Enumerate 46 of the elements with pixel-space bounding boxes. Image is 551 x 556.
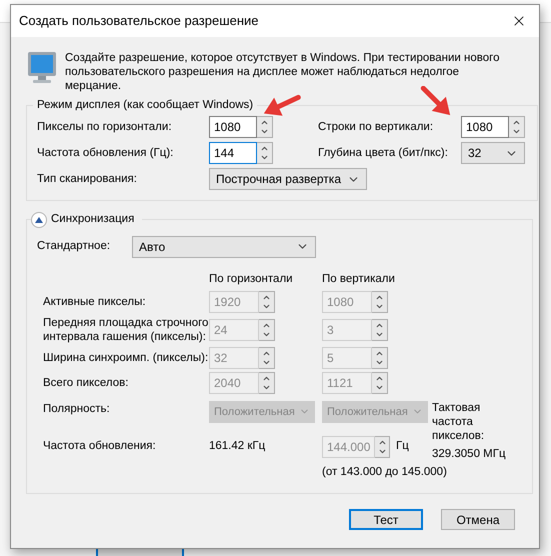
- column-header: По горизонтали: [209, 272, 294, 286]
- spinner-arrows-icon[interactable]: [372, 372, 388, 394]
- field-label: Стандартное:: [37, 238, 112, 254]
- field-label: Пикселы по горизонтали:: [37, 120, 173, 135]
- group-title: Режим дисплея (как сообщает Windows): [37, 99, 254, 111]
- collapse-toggle[interactable]: [31, 212, 47, 228]
- dropdown[interactable]: Авто: [132, 236, 316, 258]
- field-label: Частота обновления:: [43, 438, 157, 454]
- pixel-clock-label: Тактовая частота пикселов:: [432, 400, 486, 443]
- window-title: Создать пользовательское разрешение: [19, 12, 259, 30]
- dialog-button[interactable]: Тест: [349, 509, 423, 530]
- number-field[interactable]: 1080: [461, 116, 509, 138]
- number-field[interactable]: 144: [209, 142, 257, 164]
- field-label: Всего пикселов:: [43, 376, 130, 390]
- spinner-arrows-icon[interactable]: [509, 116, 525, 138]
- spinner-arrows-icon[interactable]: [257, 116, 273, 138]
- spinner-arrows-icon[interactable]: [375, 436, 390, 458]
- spinner-arrows-icon[interactable]: [259, 318, 275, 341]
- triangle-up-icon: [35, 216, 43, 223]
- unit-label: Гц: [396, 438, 409, 454]
- field-label: Строки по вертикали:: [317, 120, 434, 135]
- field-label: Полярность:: [43, 402, 111, 417]
- dropdown[interactable]: 32: [461, 142, 525, 164]
- spinner-arrows-icon[interactable]: [372, 290, 388, 313]
- number-field[interactable]: 1080: [209, 116, 257, 138]
- spinner-arrows-icon[interactable]: [372, 346, 388, 369]
- horizontal-frequency: 161.42 кГц: [209, 438, 266, 454]
- monitor-icon: [27, 51, 57, 85]
- dropdown[interactable]: Построчная развертка: [209, 168, 367, 190]
- spinner-arrows-icon[interactable]: [257, 142, 273, 164]
- spinner-arrows-icon[interactable]: [259, 372, 275, 394]
- field-label: Тип сканирования:: [37, 172, 138, 187]
- description-text: Создайте разрешение, которое отсутствует в Windows. При тестировании нового пользовательского разрешения на дисплее может наблюдаться недолгое мерцание.: [65, 51, 500, 93]
- spinner-arrows-icon[interactable]: [259, 290, 275, 313]
- range-text: (от 143.000 до 145.000): [322, 464, 448, 480]
- field-label: Передняя площадка строчного интервала гашения (пикселы):: [43, 316, 209, 344]
- spinner-arrows-icon[interactable]: [372, 318, 388, 341]
- field-label: Активные пикселы:: [43, 294, 147, 309]
- dialog-button[interactable]: Отмена: [441, 509, 515, 530]
- pixel-clock-value: 329.3050 МГц: [432, 446, 507, 461]
- field-label: Частота обновления (Гц):: [37, 146, 174, 161]
- column-header: По вертикали: [322, 272, 396, 286]
- field-label: Ширина синхроимп. (пикселы):: [43, 350, 209, 365]
- field-label: Глубина цвета (бит/пкс):: [317, 146, 449, 161]
- spinner-arrows-icon[interactable]: [259, 346, 275, 369]
- group-title: Синхронизация: [51, 212, 134, 228]
